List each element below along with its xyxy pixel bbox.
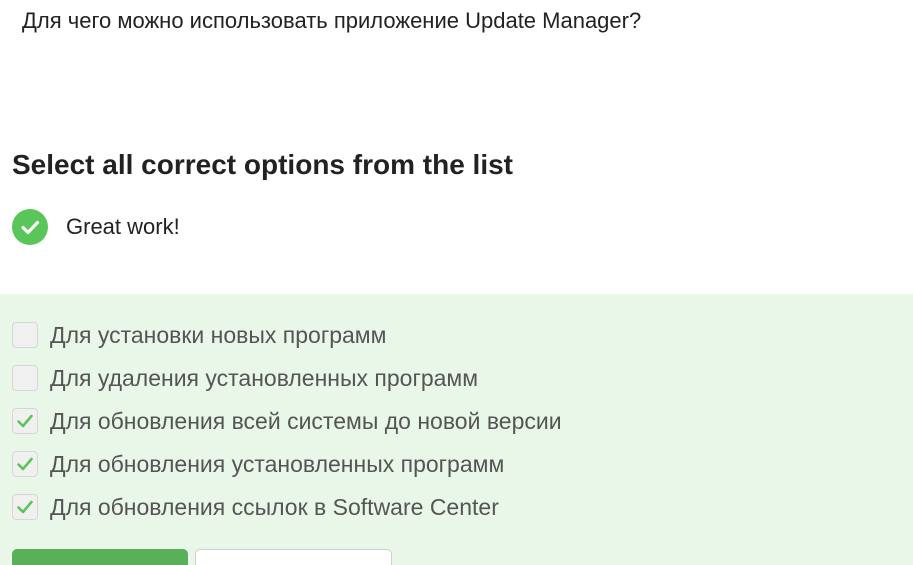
- option-item[interactable]: Для обновления установленных программ: [12, 450, 504, 478]
- option-label: Для обновления установленных программ: [50, 451, 505, 477]
- question-text: Для чего можно использовать приложение U…: [22, 8, 642, 33]
- option-checkbox[interactable]: [12, 365, 38, 391]
- instruction-heading: Select all correct options from the list: [12, 149, 514, 180]
- submit-button[interactable]: [12, 549, 188, 565]
- feedback-message: Great work!: [12, 209, 180, 245]
- feedback-text: Great work!: [66, 214, 180, 239]
- options-panel: Для установки новых программ Для удалени…: [0, 294, 913, 565]
- option-item[interactable]: Для удаления установленных программ: [12, 364, 478, 392]
- option-checkbox[interactable]: [12, 494, 38, 520]
- option-label: Для обновления ссылок в Software Center: [50, 494, 499, 520]
- option-label: Для удаления установленных программ: [50, 365, 479, 391]
- secondary-button[interactable]: [195, 549, 392, 565]
- checkbox-check-icon: [17, 457, 33, 471]
- quiz-page: Для чего можно использовать приложение U…: [0, 0, 913, 565]
- option-item[interactable]: Для обновления всей системы до новой вер…: [12, 407, 562, 435]
- option-checkbox[interactable]: [12, 451, 38, 477]
- option-label: Для установки новых программ: [50, 322, 387, 348]
- check-circle-icon: [12, 209, 48, 245]
- option-item[interactable]: Для установки новых программ: [12, 321, 386, 349]
- option-checkbox[interactable]: [12, 322, 38, 348]
- option-label: Для обновления всей системы до новой вер…: [50, 408, 562, 434]
- option-checkbox[interactable]: [12, 408, 38, 434]
- check-mark-icon: [21, 220, 40, 235]
- checkbox-check-icon: [17, 414, 33, 428]
- option-item[interactable]: Для обновления ссылок в Software Center: [12, 493, 499, 521]
- checkbox-check-icon: [17, 500, 33, 514]
